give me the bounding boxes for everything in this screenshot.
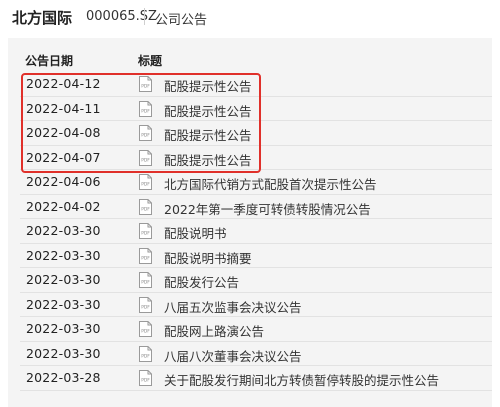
table-header: 公告日期 标题: [20, 52, 492, 70]
pdf-icon[interactable]: PDF: [138, 345, 153, 362]
table-row[interactable]: 2022-04-12 PDF 配股提示性公告: [20, 72, 492, 97]
row-date: 2022-03-30: [26, 223, 101, 238]
row-date: 2022-04-08: [26, 125, 101, 140]
pdf-icon[interactable]: PDF: [138, 100, 153, 117]
table-row[interactable]: 2022-04-06 PDF 北方国际代销方式配股首次提示性公告: [20, 170, 492, 195]
column-header-title: 标题: [138, 54, 163, 68]
pdf-icon[interactable]: PDF: [138, 272, 153, 288]
svg-text:PDF: PDF: [141, 133, 150, 139]
pdf-icon[interactable]: PDF: [138, 296, 153, 313]
svg-text:PDF: PDF: [141, 378, 150, 384]
row-title-link[interactable]: 八届八次董事会决议公告: [164, 346, 302, 365]
row-date: 2022-03-28: [26, 370, 101, 385]
table-row[interactable]: 2022-03-30 PDF 配股说明书摘要: [20, 244, 492, 268]
row-date: 2022-03-30: [26, 321, 101, 336]
row-title-link[interactable]: 配股说明书: [164, 223, 227, 242]
row-title-link[interactable]: 配股发行公告: [164, 272, 239, 291]
pdf-icon[interactable]: PDF: [138, 125, 153, 141]
svg-text:PDF: PDF: [141, 329, 150, 335]
table-row[interactable]: 2022-04-07 PDF 配股提示性公告: [20, 146, 492, 170]
row-date: 2022-04-12: [26, 76, 101, 91]
svg-text:PDF: PDF: [141, 255, 150, 261]
svg-text:PDF: PDF: [141, 108, 150, 114]
table-row[interactable]: 2022-03-30 PDF 配股网上路演公告: [20, 317, 492, 342]
table-row[interactable]: 2022-04-11 PDF 配股提示性公告: [20, 97, 492, 121]
row-date: 2022-04-02: [26, 198, 101, 214]
pdf-icon[interactable]: PDF: [138, 198, 153, 215]
row-date: 2022-04-11: [26, 100, 101, 116]
row-title-link[interactable]: 配股提示性公告: [164, 101, 252, 120]
table-row[interactable]: 2022-03-30 PDF 八届八次董事会决议公告: [20, 342, 492, 366]
pdf-icon[interactable]: PDF: [138, 247, 153, 264]
column-header-date: 公告日期: [25, 54, 74, 68]
row-title-link[interactable]: 北方国际代销方式配股首次提示性公告: [164, 174, 377, 193]
pdf-icon[interactable]: PDF: [138, 223, 153, 239]
pdf-icon[interactable]: PDF: [138, 174, 153, 190]
table-row[interactable]: 2022-03-30 PDF 配股发行公告: [20, 268, 492, 293]
row-title-link[interactable]: 配股说明书摘要: [164, 248, 252, 267]
pdf-icon[interactable]: PDF: [138, 76, 153, 92]
svg-text:PDF: PDF: [141, 304, 150, 310]
row-title-link[interactable]: 八届五次监事会决议公告: [164, 297, 302, 316]
row-date: 2022-04-07: [26, 149, 101, 165]
stock-code: 000065.SZ: [86, 9, 157, 24]
row-title-link[interactable]: 配股提示性公告: [164, 76, 252, 95]
svg-text:PDF: PDF: [141, 206, 150, 212]
table-row[interactable]: 2022-04-08 PDF 配股提示性公告: [20, 121, 492, 146]
header-divider: [144, 8, 145, 25]
row-title-link[interactable]: 2022年第一季度可转债转股情况公告: [164, 199, 371, 218]
table-row[interactable]: 2022-04-02 PDF 2022年第一季度可转债转股情况公告: [20, 195, 492, 219]
row-date: 2022-03-30: [26, 272, 101, 287]
table-row[interactable]: 2022-03-30 PDF 配股说明书: [20, 219, 492, 244]
svg-text:PDF: PDF: [141, 280, 150, 286]
row-title-link[interactable]: 配股提示性公告: [164, 125, 252, 144]
row-date: 2022-03-30: [26, 345, 101, 361]
section-title[interactable]: 公司公告: [155, 9, 207, 28]
top-bar: 北方国际 000065.SZ 公司公告: [0, 0, 500, 34]
pdf-icon[interactable]: PDF: [138, 370, 153, 386]
row-title-link[interactable]: 关于配股发行期间北方转债暂停转股的提示性公告: [164, 370, 439, 389]
pdf-icon[interactable]: PDF: [138, 149, 153, 166]
svg-text:PDF: PDF: [141, 157, 150, 163]
svg-text:PDF: PDF: [141, 231, 150, 237]
svg-text:PDF: PDF: [141, 353, 150, 359]
row-title-link[interactable]: 配股提示性公告: [164, 150, 252, 169]
row-title-link[interactable]: 配股网上路演公告: [164, 321, 264, 340]
row-date: 2022-03-30: [26, 247, 101, 263]
row-date: 2022-03-30: [26, 296, 101, 312]
company-name[interactable]: 北方国际: [12, 7, 72, 28]
svg-text:PDF: PDF: [141, 182, 150, 188]
table-row[interactable]: 2022-03-28 PDF 关于配股发行期间北方转债暂停转股的提示性公告: [20, 366, 492, 391]
svg-text:PDF: PDF: [141, 84, 150, 90]
pdf-icon[interactable]: PDF: [138, 321, 153, 337]
table-row[interactable]: 2022-03-30 PDF 八届五次监事会决议公告: [20, 293, 492, 317]
row-date: 2022-04-06: [26, 174, 101, 189]
